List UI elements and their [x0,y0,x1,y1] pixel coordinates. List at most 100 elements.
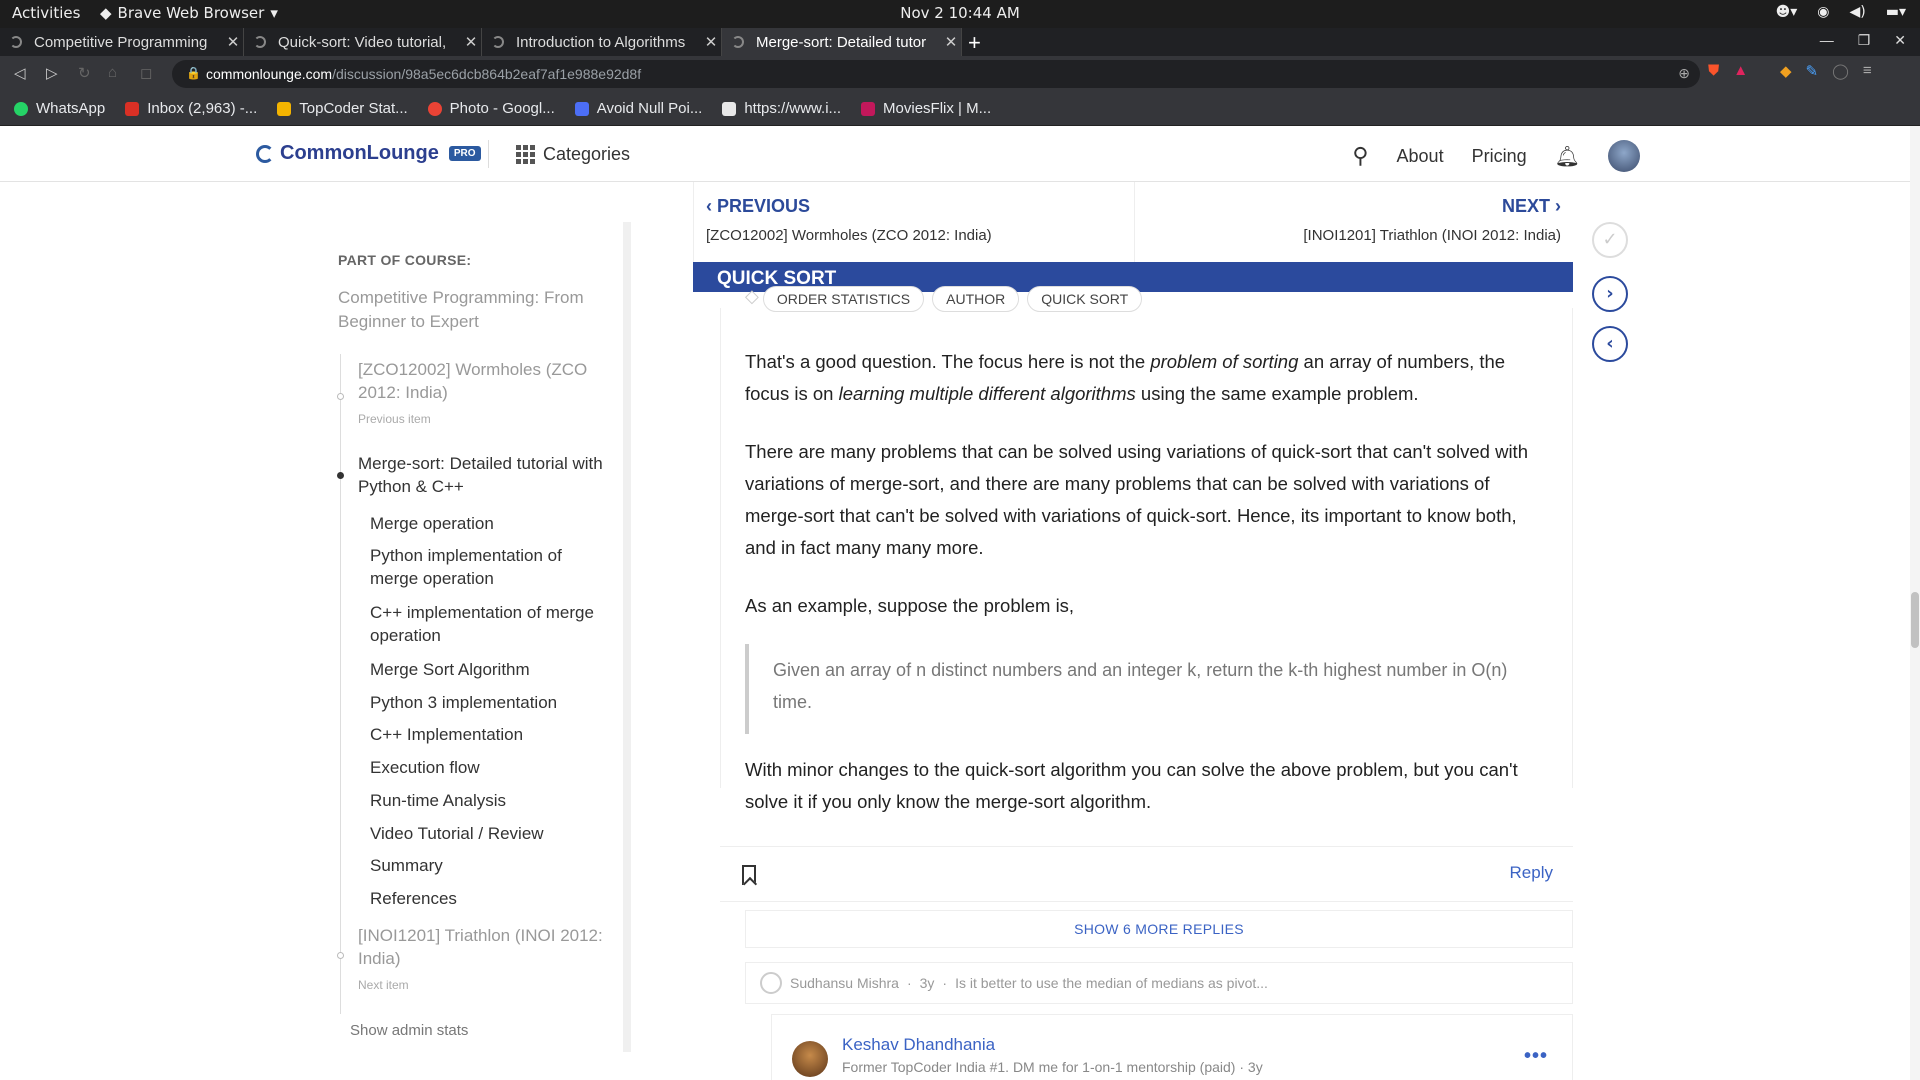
bookmark-label: WhatsApp [36,100,106,117]
address-bar[interactable]: 🔒 commonlounge.com/discussion/98a5ec6dcb… [172,60,1700,88]
tab-2[interactable]: Quick-sort: Video tutorial, ✕ [244,28,482,56]
tag-chip[interactable]: AUTHOR [932,286,1020,312]
tag-list: ◇ ORDER STATISTICS AUTHOR QUICK SORT [745,286,1143,312]
post-paragraph: With minor changes to the quick-sort alg… [745,759,1518,812]
categories-menu[interactable]: Categories [516,144,630,165]
restore-icon[interactable]: ❐ [1858,32,1871,49]
close-window-icon[interactable]: ✕ [1894,32,1906,49]
close-icon[interactable]: ✕ [701,33,721,51]
tag-icon: ◇ [745,286,759,306]
next-title: [INOI1201] Triathlon (INOI 2012: India) [1303,227,1561,244]
separator-dot: · [906,975,912,991]
sidebar-section-link[interactable]: Merge operation [370,512,610,535]
show-more-replies-button[interactable]: SHOW 6 MORE REPLIES [745,910,1573,948]
timeline-dot [337,393,344,400]
separator-dot: · [942,975,948,991]
reply-author[interactable]: Keshav Dhandhania [842,1035,995,1055]
brave-shields-icon[interactable]: ⛊ [1708,62,1719,79]
sidebar-section-link[interactable]: Run-time Analysis [370,789,610,812]
tag-chip[interactable]: QUICK SORT [1027,286,1143,312]
close-icon[interactable]: ✕ [461,33,481,51]
back-icon[interactable]: ◁ [14,64,26,82]
bookmark-https[interactable]: https://www.i... [722,100,841,117]
system-tray[interactable]: ☻▾ ◉ ◀) ▬▾ [1776,4,1906,20]
new-tab-plus-icon[interactable]: + [968,30,981,56]
close-icon[interactable]: ✕ [941,33,961,51]
window-controls: — ❐ ✕ [1820,32,1906,49]
post-actions: Reply [720,846,1573,902]
blockquote: Given an array of n distinct numbers and… [745,644,1535,734]
bookmark-icon[interactable] [742,865,756,885]
mark-complete-check-icon[interactable]: ✓ [1592,222,1628,258]
sidebar-section-link[interactable]: Merge Sort Algorithm [370,658,610,681]
home-icon[interactable]: ⌂ [108,64,117,81]
sidebar-section-link[interactable]: Video Tutorial / Review [370,822,610,845]
part-of-course-label: PART OF COURSE: [338,252,472,268]
brave-rewards-icon[interactable]: ▲ [1733,62,1748,79]
bookmark-photo[interactable]: Photo - Googl... [427,100,555,117]
sidebar-section-link[interactable]: Summary [370,854,610,877]
sidebar-section-link[interactable]: Execution flow [370,756,610,779]
post-paragraph: As an example, suppose the problem is, [745,595,1075,616]
collapsed-comment[interactable]: Sudhansu Mishra · 3y · Is it better to u… [745,962,1573,1004]
tab-3[interactable]: Introduction to Algorithms ✕ [482,28,722,56]
more-options-icon[interactable]: ••• [1524,1045,1548,1068]
next-arrow-icon[interactable]: › [1592,276,1628,312]
post-paragraph: There are many problems that can be solv… [745,441,1528,558]
sidebar-section-link[interactable]: C++ implementation of merge operation [370,601,610,647]
clock[interactable]: Nov 2 10:44 AM [0,4,1920,22]
bookmark-moviesflix[interactable]: MoviesFlix | M... [861,100,991,117]
bell-icon[interactable]: 🔔︎ [1555,144,1580,169]
profile-icon[interactable]: ◯ [1832,62,1849,80]
bookmark-page-icon[interactable]: ◻ [140,64,152,82]
menu-icon[interactable]: ≡ [1863,62,1872,80]
tag-chip[interactable]: ORDER STATISTICS [762,286,925,312]
site-logo[interactable]: CommonLounge PRO [256,142,481,165]
previous-arrow-icon[interactable]: ‹ [1592,326,1628,362]
loading-favicon-icon [10,36,22,48]
about-link[interactable]: About [1397,146,1444,167]
show-admin-stats-link[interactable]: Show admin stats [350,1022,468,1039]
pricing-link[interactable]: Pricing [1472,146,1527,167]
course-title-link[interactable]: Competitive Programming: From Beginner t… [338,286,608,334]
bookmark-inbox[interactable]: Inbox (2,963) -... [125,100,257,117]
avatar[interactable] [792,1041,828,1077]
post-paragraph: That's a good question. The focus here i… [745,351,1506,404]
page-scrollbar[interactable] [1910,126,1920,1080]
sidebar-section-link[interactable]: Python implementation of merge operation [370,544,610,590]
sidebar-current-item[interactable]: Merge-sort: Detailed tutorial with Pytho… [358,452,608,498]
minimize-icon[interactable]: — [1820,32,1834,49]
tab-4-active[interactable]: Merge-sort: Detailed tutor ✕ [722,28,962,56]
bookmark-avoid-null[interactable]: Avoid Null Poi... [574,100,702,117]
sidebar-section-link[interactable]: C++ Implementation [370,723,610,746]
sidebar-next-item[interactable]: [INOI1201] Triathlon (INOI 2012: India) [358,924,608,970]
extension-icon[interactable]: ◆ [1780,62,1792,80]
avatar [760,972,782,994]
search-icon[interactable]: ⚲ [1352,143,1368,169]
bookmark-topcoder[interactable]: TopCoder Stat... [277,100,408,117]
lock-icon: 🔒 [186,66,201,80]
close-icon[interactable]: ✕ [223,33,243,51]
zoom-icon[interactable]: ⊕ [1678,65,1690,82]
previous-link[interactable]: ‹ PREVIOUS [ZCO12002] Wormholes (ZCO 201… [706,196,992,244]
course-sidebar: PART OF COURSE: Competitive Programming:… [318,182,638,1080]
tab-strip: Competitive Programming ✕ Quick-sort: Vi… [0,28,1920,56]
system-top-bar: Activities ◆ Brave Web Browser ▾ Nov 2 1… [0,0,1920,28]
avatar[interactable] [1608,140,1640,172]
comment-author[interactable]: Sudhansu Mishra [790,975,899,991]
timeline-dot-current [337,472,344,479]
sidebar-prev-item[interactable]: [ZCO12002] Wormholes (ZCO 2012: India) [358,358,608,404]
pen-extension-icon[interactable]: ✎ [1806,62,1819,80]
google-photos-icon [427,101,442,116]
reply-button[interactable]: Reply [1510,863,1553,883]
sidebar-scrollbar[interactable] [623,222,631,1052]
sidebar-section-link[interactable]: Python 3 implementation [370,691,610,714]
chevron-right-icon: › [1550,196,1561,216]
scrollbar-thumb[interactable] [1911,592,1919,648]
forward-icon[interactable]: ▷ [46,64,58,82]
next-link[interactable]: NEXT › [INOI1201] Triathlon (INOI 2012: … [1303,196,1561,244]
sidebar-section-link[interactable]: References [370,887,610,910]
tab-1[interactable]: Competitive Programming ✕ [0,28,244,56]
bookmark-whatsapp[interactable]: WhatsApp [14,100,105,117]
reload-icon[interactable]: ↻ [78,64,91,82]
